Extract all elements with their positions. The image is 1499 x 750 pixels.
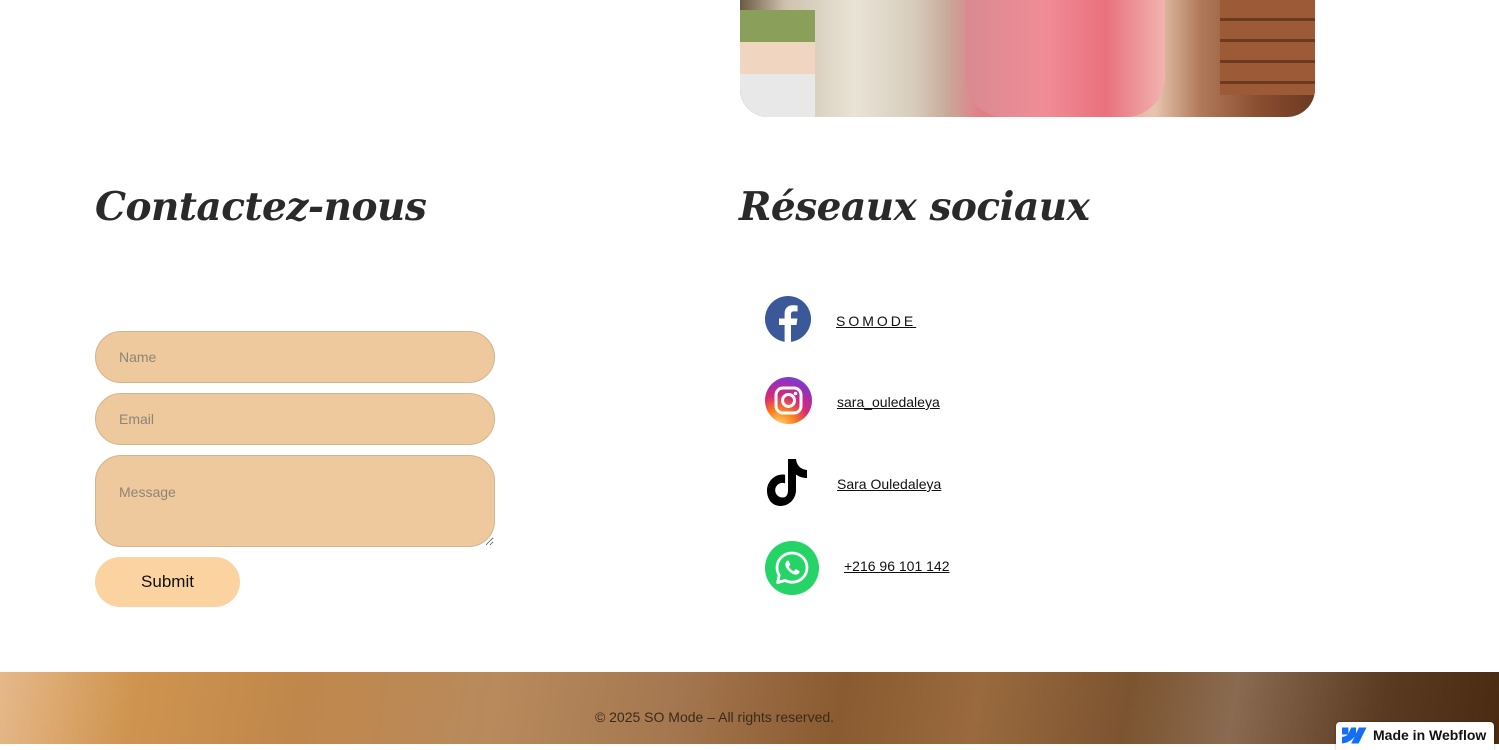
contact-heading: Contactez-nous [95,184,427,230]
facebook-icon[interactable] [765,296,811,342]
dress-photo [740,0,1315,117]
name-field[interactable] [95,331,495,383]
wooden-crate [1220,0,1315,95]
whatsapp-icon[interactable] [765,541,819,595]
tiktok-icon[interactable] [766,458,810,507]
social-heading: Réseaux sociaux [739,184,1090,230]
site-footer: © 2025 SO Mode – All rights reserved. [0,672,1499,744]
pink-dress [965,0,1165,117]
facebook-link[interactable]: SOMODE [836,313,916,329]
whatsapp-link[interactable]: +216 96 101 142 [844,558,950,574]
tiktok-link[interactable]: Sara Ouledaleya [837,476,941,492]
instagram-icon[interactable] [765,377,812,424]
copyright-text: © 2025 SO Mode – All rights reserved. [594,709,835,725]
instagram-link[interactable]: sara_ouledaleya [837,394,940,410]
plant-pot [740,10,815,117]
webflow-badge-label: Made in Webflow [1373,727,1487,743]
webflow-badge[interactable]: Made in Webflow [1336,722,1494,750]
email-field[interactable] [95,393,495,445]
submit-button[interactable]: Submit [95,557,240,607]
message-field[interactable] [95,455,495,547]
webflow-logo-icon [1342,727,1367,744]
